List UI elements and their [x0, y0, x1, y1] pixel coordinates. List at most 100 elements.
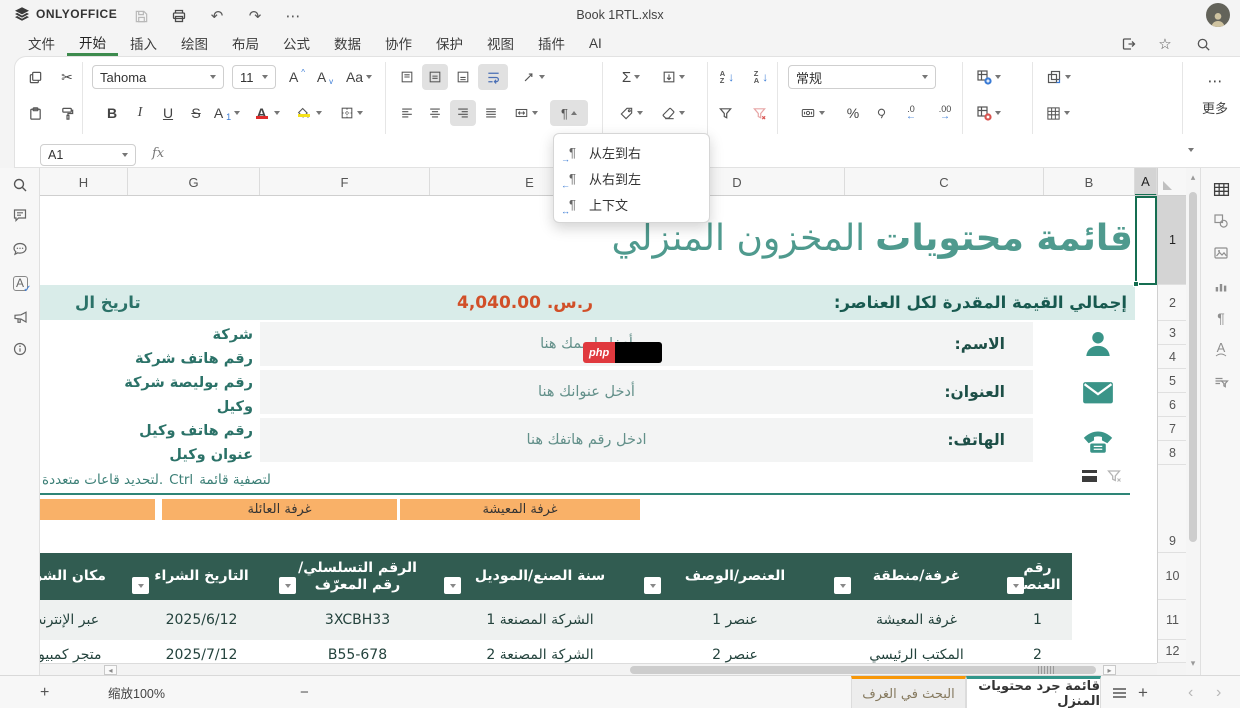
increase-font-button[interactable]: A^ — [284, 64, 310, 90]
clear-button[interactable] — [654, 100, 692, 126]
shape-settings-button[interactable] — [1212, 212, 1230, 230]
change-case-button[interactable]: Aa — [340, 64, 378, 90]
cell-serial[interactable]: B55-678 — [275, 640, 440, 663]
zoom-level-label[interactable]: 缩放100% — [108, 676, 165, 708]
favorite-button[interactable]: ☆ — [1156, 35, 1174, 53]
increase-decimal-button[interactable]: .00→ — [930, 100, 960, 126]
sheet-list-button[interactable] — [1112, 676, 1127, 708]
cell-date[interactable]: 2025/7/12 — [128, 640, 275, 663]
sort-ascending-button[interactable]: AZ↓ — [712, 64, 742, 90]
row-header[interactable]: 4 — [1158, 345, 1186, 369]
spellcheck-panel-button[interactable]: A✓ — [11, 274, 29, 292]
row-header[interactable]: 7 — [1158, 417, 1186, 441]
underline-button[interactable]: U — [156, 100, 180, 126]
number-format-select[interactable]: 常规 — [788, 65, 936, 89]
scroll-left-button[interactable]: ◂ — [104, 665, 117, 675]
column-header[interactable]: B — [1044, 168, 1135, 196]
clear-filter-button[interactable] — [746, 100, 772, 126]
cell-item-number[interactable]: 2 — [1003, 640, 1072, 663]
bold-button[interactable]: B — [100, 100, 124, 126]
align-right-button[interactable] — [450, 100, 476, 126]
about-button[interactable] — [11, 340, 29, 358]
justify-button[interactable] — [478, 100, 504, 126]
filter-dropdown-button[interactable] — [444, 577, 461, 594]
tab-plugins[interactable]: 插件 — [526, 30, 577, 56]
tab-data[interactable]: 数据 — [322, 30, 373, 56]
text-orientation-button[interactable] — [514, 64, 552, 90]
filter-dropdown-button[interactable] — [644, 577, 661, 594]
row-header[interactable]: 11 — [1158, 600, 1186, 640]
paste-button[interactable] — [22, 100, 48, 126]
delete-cells-button[interactable] — [968, 100, 1008, 126]
filter-dropdown-button[interactable] — [834, 577, 851, 594]
cell-settings-button[interactable] — [1212, 180, 1230, 198]
text-direction-button[interactable]: ¶ — [550, 100, 588, 126]
tab-protection[interactable]: 保护 — [424, 30, 475, 56]
align-center-button[interactable] — [422, 100, 448, 126]
phone-field[interactable]: الهاتف: ادخل رقم هاتفك هنا — [260, 418, 1033, 462]
row-header[interactable]: 3 — [1158, 321, 1186, 345]
menu-item-right-to-left[interactable]: ¶← 从右到左 — [554, 165, 709, 191]
borders-button[interactable] — [332, 100, 370, 126]
horizontal-scroll-thumb[interactable] — [630, 666, 1096, 674]
cut-button[interactable]: ✂ — [54, 64, 80, 90]
row-header[interactable]: 6 — [1158, 393, 1186, 417]
copy-button[interactable] — [22, 64, 48, 90]
tab-ai[interactable]: AI — [577, 30, 614, 56]
cell-model[interactable]: الشركة المصنعة 2 — [440, 640, 640, 663]
avatar[interactable] — [1206, 3, 1230, 27]
column-header[interactable]: C — [845, 168, 1044, 196]
image-settings-button[interactable] — [1212, 244, 1230, 262]
fill-button[interactable] — [654, 64, 692, 90]
search-button[interactable] — [1194, 35, 1212, 53]
accounting-style-button[interactable] — [792, 100, 832, 126]
font-size-select[interactable]: 11 — [232, 65, 276, 89]
row-header[interactable]: 9 — [1158, 465, 1186, 553]
row-header[interactable]: 8 — [1158, 441, 1186, 465]
zoom-out-button[interactable]: − — [300, 676, 309, 708]
cell-room[interactable]: المكتب الرئيسي — [830, 640, 1003, 663]
sheet-nav-prev-button[interactable]: ‹ — [1188, 676, 1193, 708]
chart-settings-button[interactable] — [1212, 277, 1230, 295]
cell-place[interactable]: عبر الإنترنت — [40, 600, 128, 640]
row-headers[interactable]: 1 2 3 4 5 6 7 8 9 10 11 12 — [1157, 196, 1186, 663]
row-header[interactable]: 5 — [1158, 369, 1186, 393]
address-field[interactable]: العنوان: أدخل عنوانك هنا — [260, 370, 1033, 414]
cell-model[interactable]: الشركة المصنعة 1 — [440, 600, 640, 640]
text-art-settings-button[interactable]: A — [1212, 341, 1230, 359]
open-file-location-button[interactable] — [1120, 35, 1138, 53]
cell-date[interactable]: 2025/6/12 — [128, 600, 275, 640]
scroll-right-button[interactable]: ▸ — [1103, 665, 1116, 675]
wrap-text-button[interactable] — [478, 64, 508, 90]
filter-button[interactable] — [712, 100, 738, 126]
format-painter-button[interactable] — [54, 100, 80, 126]
align-top-button[interactable] — [394, 64, 420, 90]
toolbar-more-button[interactable]: ⋯ 更多 — [1202, 76, 1228, 117]
scroll-grip[interactable] — [1038, 666, 1054, 674]
cell-name-box[interactable]: A1 — [40, 144, 136, 166]
subscript-button[interactable]: A1 — [210, 100, 244, 126]
select-all-corner[interactable] — [1157, 168, 1186, 196]
chat-panel-button[interactable] — [11, 240, 29, 258]
autosum-button[interactable]: Σ — [612, 64, 650, 90]
font-color-button[interactable]: A — [248, 100, 284, 126]
strikethrough-button[interactable]: S — [184, 100, 208, 126]
slicer-menu-icon[interactable] — [1082, 470, 1097, 482]
row-header[interactable]: 12 — [1158, 640, 1186, 663]
cell-serial[interactable]: 3XCBH33 — [275, 600, 440, 640]
fill-handle[interactable] — [1133, 281, 1139, 287]
paragraph-settings-button[interactable]: ¶ — [1212, 309, 1230, 327]
room-chip-living-room[interactable]: غرفة المعيشة — [400, 499, 640, 520]
format-as-table-button[interactable] — [1038, 100, 1078, 126]
font-name-select[interactable]: Tahoma — [92, 65, 224, 89]
sheet-tab-room-search[interactable]: البحث في الغرف — [851, 676, 966, 708]
column-header[interactable]: H — [40, 168, 128, 196]
cell-item[interactable]: عنصر 1 — [640, 600, 830, 640]
zoom-in-button[interactable]: + — [40, 676, 49, 708]
add-sheet-button[interactable]: + — [1138, 676, 1148, 708]
cell-room[interactable]: غرفة المعيشة — [830, 600, 1003, 640]
cell-item-number[interactable]: 1 — [1003, 600, 1072, 640]
horizontal-scrollbar[interactable]: ◂ ▸ — [40, 663, 1157, 675]
scroll-down-button[interactable]: ▾ — [1186, 656, 1200, 670]
tab-file[interactable]: 文件 — [16, 30, 67, 56]
